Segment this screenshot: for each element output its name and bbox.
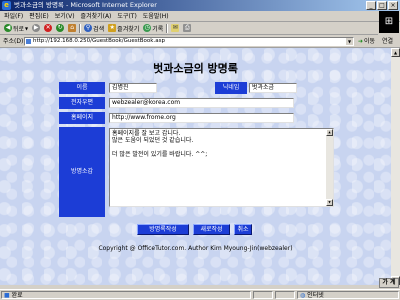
message-scrollbar[interactable]: ▲ ▼ [326,129,333,206]
status-cell-empty [275,291,295,299]
maximize-button[interactable]: □ [377,1,387,10]
menu-favorites[interactable]: 즐겨찾기(A) [81,11,112,22]
menu-file[interactable]: 파일(F) [4,11,23,22]
back-button[interactable]: ◀ 뒤로 ▼ [3,24,29,33]
favorites-button[interactable]: ★ 즐겨찾기 [107,24,140,33]
homepage-label: 홈페이지 [59,112,105,124]
address-url: http://192.168.0.250/GuestBook/GuestBook… [33,38,165,44]
menu-tools[interactable]: 도구(T) [117,11,136,22]
go-button[interactable]: ➜ 이동 [358,37,375,46]
back-arrow-icon: ◀ [4,24,12,32]
home-icon: ⌂ [68,24,77,32]
search-button[interactable]: ⚲ 검색 [83,24,105,33]
go-arrow-icon: ➜ [358,38,364,45]
search-icon: ⚲ [84,24,93,32]
page-content: 벗과소금의 방명록 이름 김병진 닉네임 벗과소금 전자우편 webzealer… [0,48,391,285]
scroll-down-icon[interactable]: ▼ [326,199,333,206]
print-icon: ⎙ [183,24,192,32]
nickname-label: 닉네임 [215,82,247,94]
reset-button[interactable]: 새로작성 [193,224,230,235]
status-cell-empty [253,291,273,299]
message-line: 더 많은 발전이 있기를 바랍니다. ^^; [112,151,208,158]
menu-view[interactable]: 보기(V) [55,11,75,22]
globe-icon: ◍ [300,292,306,299]
nickname-field[interactable]: 벗과소금 [249,83,297,93]
homepage-field[interactable]: http://www.frome.org [109,113,294,123]
toolbar-separator [79,23,82,33]
chevron-down-icon: ▼ [25,25,29,31]
status-text-cell: ■ 완료 [1,291,251,299]
stop-button[interactable]: ✕ [43,24,53,32]
message-line: 많은 도움이 되었던 것 같습니다. [112,137,194,144]
forward-arrow-icon: ▶ [32,24,41,32]
search-label: 검색 [93,25,105,33]
favorites-label: 즐겨찾기 [117,25,140,33]
refresh-icon: ↻ [56,24,65,32]
page-done-icon: ■ [4,292,10,299]
chevron-down-icon[interactable]: ▼ [346,38,353,45]
print-button[interactable]: ⎙ [182,24,192,32]
page-scrollbar[interactable]: ▲ ▼ [391,48,400,285]
back-label: 뒤로 [13,25,25,33]
forward-button[interactable]: ▶ [31,24,41,32]
cancel-button[interactable]: 취소 [234,224,252,235]
menu-edit[interactable]: 편집(E) [29,11,49,22]
address-label: 주소(D) [3,38,24,45]
copyright-text: Copyright @ OfficeTutor.com. Author Kim … [98,245,293,252]
ime-indicator[interactable]: 가 계 [379,278,399,288]
page-title: 벗과소금의 방명록 [153,62,238,75]
windows-logo-icon: ⊞ [379,11,399,33]
email-field[interactable]: webzealer@korea.com [109,98,294,108]
address-bar: 주소(D) http://192.168.0.250/GuestBook/Gue… [0,35,400,48]
zone-text: 인터넷 [307,292,324,299]
page-icon [26,39,31,44]
message-textarea[interactable]: 홈페이지를 잘 보고 갑니다. 많은 도움이 되었던 것 같습니다. 더 많은 … [109,128,334,207]
stop-icon: ✕ [44,24,53,32]
scroll-up-icon[interactable]: ▲ [326,129,333,136]
go-label: 이동 [364,38,376,45]
status-bar: ■ 완료 ◍ 인터넷 [0,289,400,300]
zone-cell: ◍ 인터넷 [297,291,399,299]
address-input[interactable]: http://192.168.0.250/GuestBook/GuestBook… [24,37,354,46]
message-label: 방명소감 [59,127,105,217]
scroll-up-icon[interactable]: ▲ [391,48,400,57]
menu-help[interactable]: 도움말(H) [143,11,169,22]
minimize-button[interactable]: _ [366,1,376,10]
name-field[interactable]: 김병진 [109,83,157,93]
message-line [112,144,331,151]
name-label: 이름 [59,82,105,94]
status-text: 완료 [11,292,23,299]
favorites-icon: ★ [108,24,117,32]
history-icon: ◷ [143,24,152,32]
submit-button[interactable]: 방명록작성 [137,224,189,235]
links-label[interactable]: 연결 [382,35,393,48]
toolbar-separator [166,23,169,33]
close-button[interactable]: × [388,1,398,10]
home-button[interactable]: ⌂ [67,24,77,32]
title-bar: e 벗과소금의 방명록 - Microsoft Internet Explore… [0,0,400,11]
history-label: 기록 [152,25,164,33]
menu-bar: 파일(F) 편집(E) 보기(V) 즐겨찾기(A) 도구(T) 도움말(H) [0,11,400,22]
refresh-button[interactable]: ↻ [55,24,65,32]
toolbar: ◀ 뒤로 ▼ ▶ ✕ ↻ ⌂ ⚲ 검색 ★ 즐겨찾기 ◷ 기록 ✉ ⎙ [0,22,378,35]
email-label: 전자우편 [59,97,105,109]
mail-icon: ✉ [171,24,180,32]
message-line: 홈페이지를 잘 보고 갑니다. [112,130,181,137]
history-button[interactable]: ◷ 기록 [142,24,164,33]
ie-icon[interactable]: e [2,1,11,10]
window-title: 벗과소금의 방명록 - Microsoft Internet Explorer [14,1,157,9]
mail-button[interactable]: ✉ [170,24,180,32]
